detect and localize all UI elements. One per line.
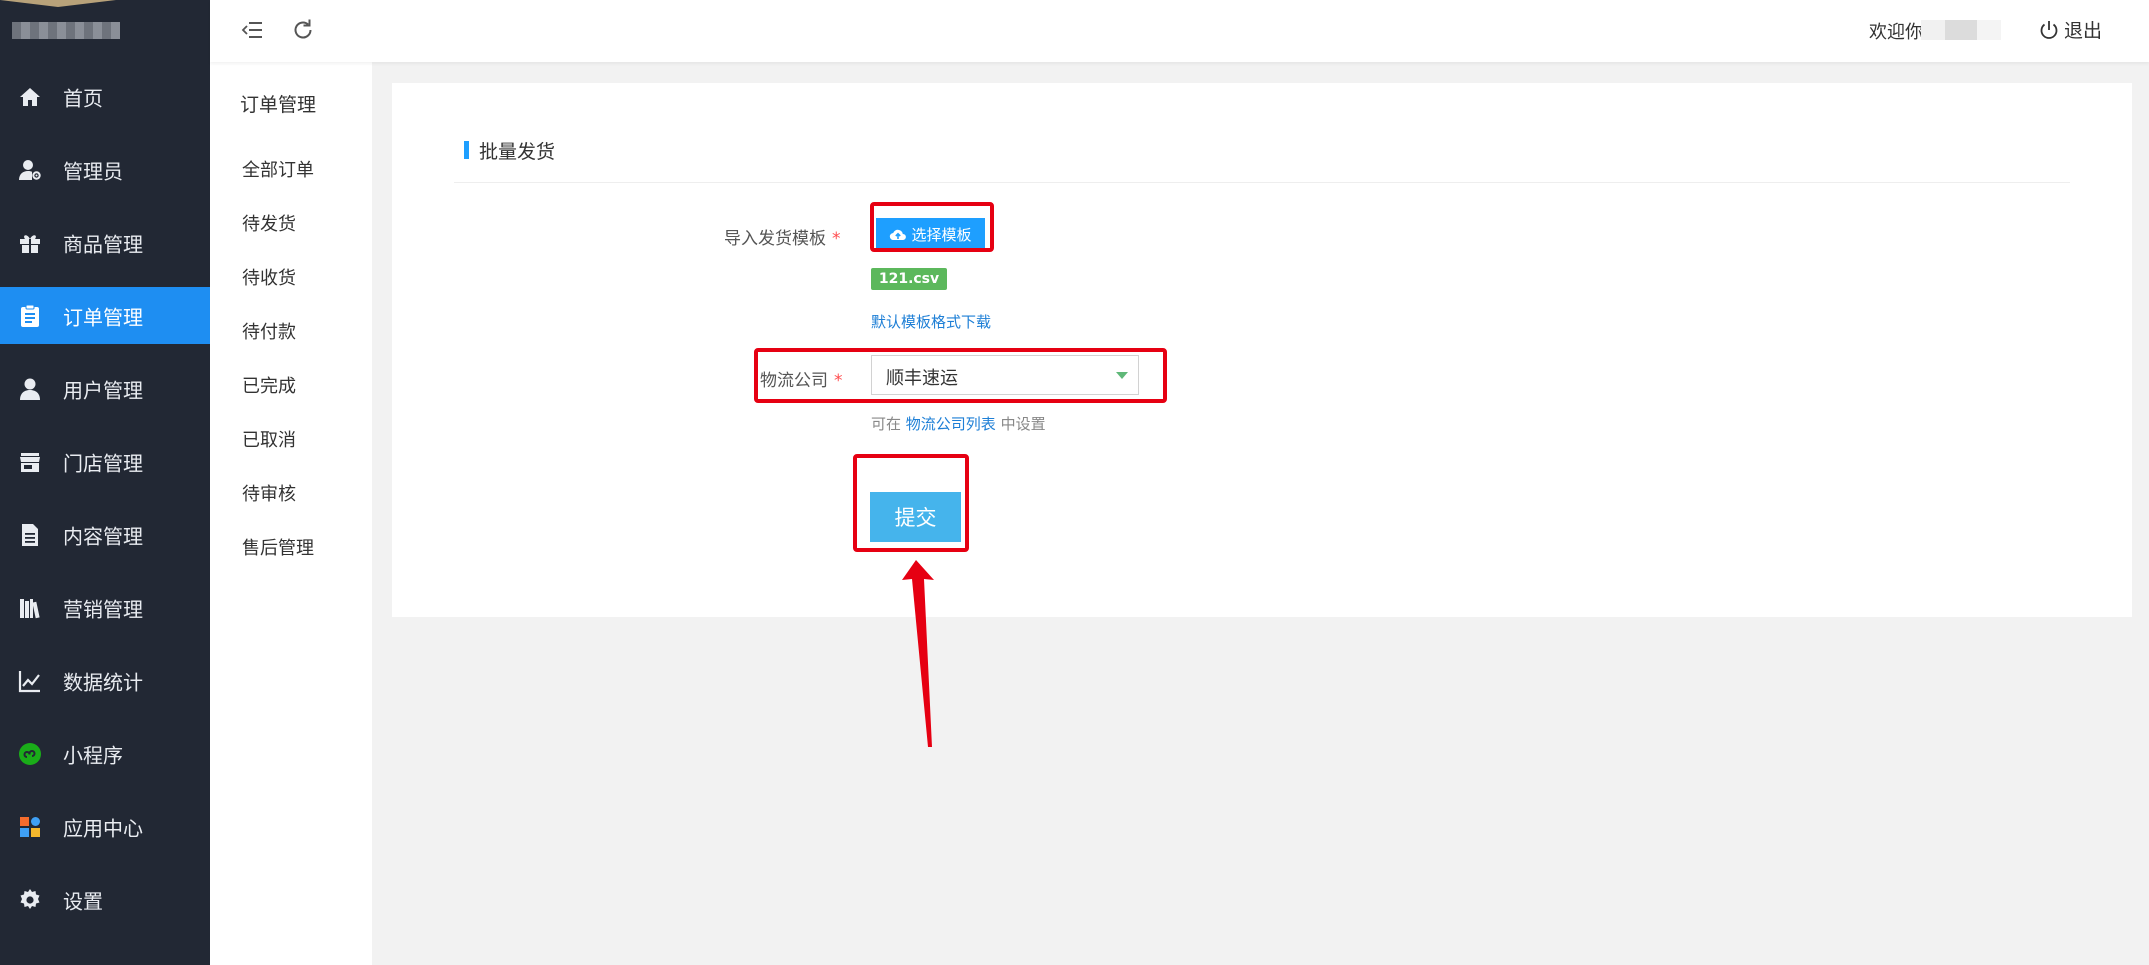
logistics-hint: 可在 物流公司列表 中设置 bbox=[871, 413, 1046, 434]
main-sidebar: 首页 管理员 商品管理 订单管理 用户管理 门店管理 内容管理 营销管理 数据统… bbox=[0, 0, 210, 965]
caret-down-icon bbox=[1116, 372, 1128, 379]
sidebar-item-settings[interactable]: 设置 bbox=[0, 871, 210, 928]
sidebar-item-app-center[interactable]: 应用中心 bbox=[0, 798, 210, 855]
admin-user-icon bbox=[17, 157, 43, 183]
submenu-title: 订单管理 bbox=[240, 94, 317, 116]
logo[interactable] bbox=[0, 0, 210, 62]
sidebar-item-users[interactable]: 用户管理 bbox=[0, 360, 210, 417]
sidebar-item-stores[interactable]: 门店管理 bbox=[0, 433, 210, 490]
page-title: 批量发货 bbox=[479, 141, 556, 163]
sidebar-item-statistics[interactable]: 数据统计 bbox=[0, 652, 210, 709]
top-header: 欢迎你 退出 bbox=[210, 0, 2149, 62]
hint-suffix: 中设置 bbox=[1000, 415, 1046, 433]
sidebar-item-home[interactable]: 首页 bbox=[0, 68, 210, 125]
refresh-icon[interactable] bbox=[290, 17, 316, 43]
hint-prefix: 可在 bbox=[871, 415, 902, 433]
sidebar-item-label: 营销管理 bbox=[63, 597, 143, 621]
sidebar-item-label: 用户管理 bbox=[63, 378, 143, 402]
sidebar-item-marketing[interactable]: 营销管理 bbox=[0, 579, 210, 636]
sidebar-item-label: 订单管理 bbox=[63, 305, 143, 329]
submenu-item-all-orders[interactable]: 全部订单 bbox=[210, 152, 372, 206]
logout-label: 退出 bbox=[2064, 20, 2103, 42]
submenu-item-pending-receipt[interactable]: 待收货 bbox=[210, 260, 372, 314]
batch-shipping-card: 批量发货 导入发货模板 * 选择模板 121.csv 默认模板格式下载 物流公司 *… bbox=[392, 83, 2132, 617]
gift-icon bbox=[17, 230, 43, 256]
sidebar-nav: 首页 管理员 商品管理 订单管理 用户管理 门店管理 内容管理 营销管理 数据统… bbox=[0, 68, 210, 944]
required-mark: * bbox=[834, 371, 843, 391]
sidebar-item-label: 数据统计 bbox=[63, 670, 143, 694]
sidebar-item-label: 应用中心 bbox=[63, 816, 143, 840]
sidebar-item-mini-program[interactable]: 小程序 bbox=[0, 725, 210, 782]
apps-icon bbox=[17, 814, 43, 840]
mini-program-icon bbox=[17, 741, 43, 767]
gear-icon bbox=[17, 887, 43, 913]
sidebar-item-label: 首页 bbox=[63, 86, 103, 110]
choose-template-button[interactable]: 选择模板 bbox=[876, 218, 985, 251]
document-icon bbox=[17, 522, 43, 548]
import-template-label-text: 导入发货模板 bbox=[724, 229, 826, 249]
sidebar-item-label: 内容管理 bbox=[63, 524, 143, 548]
home-icon bbox=[17, 84, 43, 110]
uploaded-file-badge: 121.csv bbox=[871, 268, 947, 290]
sidebar-item-orders[interactable]: 订单管理 bbox=[0, 287, 210, 344]
submenu-item-after-sales[interactable]: 售后管理 bbox=[210, 530, 372, 584]
submenu-item-pending-payment[interactable]: 待付款 bbox=[210, 314, 372, 368]
line-chart-icon bbox=[17, 668, 43, 694]
sidebar-item-label: 管理员 bbox=[63, 159, 123, 183]
sidebar-item-label: 商品管理 bbox=[63, 232, 143, 256]
title-divider bbox=[454, 182, 2070, 183]
user-icon bbox=[17, 376, 43, 402]
store-icon bbox=[17, 449, 43, 475]
sidebar-item-label: 小程序 bbox=[63, 743, 123, 767]
sidebar-item-products[interactable]: 商品管理 bbox=[0, 214, 210, 271]
submenu-item-cancelled[interactable]: 已取消 bbox=[210, 422, 372, 476]
power-icon bbox=[2040, 20, 2058, 39]
logistics-label-text: 物流公司 bbox=[760, 371, 828, 391]
submenu-list: 全部订单 待发货 待收货 待付款 已完成 已取消 待审核 售后管理 bbox=[210, 152, 372, 584]
logistics-company-select[interactable]: 顺丰速运 bbox=[871, 355, 1139, 395]
sidebar-item-label: 门店管理 bbox=[63, 451, 143, 475]
download-template-link[interactable]: 默认模板格式下载 bbox=[871, 311, 991, 332]
submenu-item-completed[interactable]: 已完成 bbox=[210, 368, 372, 422]
submit-button[interactable]: 提交 bbox=[870, 492, 961, 542]
clipboard-icon bbox=[17, 303, 43, 329]
menu-collapse-icon[interactable] bbox=[240, 17, 266, 43]
logout-button[interactable]: 退出 bbox=[2038, 16, 2102, 43]
import-template-label: 导入发货模板 * bbox=[724, 224, 841, 249]
submenu-item-pending-review[interactable]: 待审核 bbox=[210, 476, 372, 530]
books-icon bbox=[17, 595, 43, 621]
order-submenu: 订单管理 全部订单 待发货 待收货 待付款 已完成 已取消 待审核 售后管理 bbox=[210, 0, 372, 965]
logistics-label: 物流公司 * bbox=[760, 366, 843, 391]
logistics-selected-value: 顺丰速运 bbox=[886, 368, 958, 389]
sidebar-item-label: 设置 bbox=[63, 889, 103, 913]
choose-template-label: 选择模板 bbox=[911, 227, 972, 244]
sidebar-item-admin[interactable]: 管理员 bbox=[0, 141, 210, 198]
sidebar-item-content[interactable]: 内容管理 bbox=[0, 506, 210, 563]
submenu-item-pending-shipment[interactable]: 待发货 bbox=[210, 206, 372, 260]
required-mark: * bbox=[832, 229, 841, 249]
logo-image-blurred bbox=[12, 22, 120, 39]
username-blurred bbox=[1921, 20, 2001, 40]
title-accent-bar bbox=[464, 141, 469, 159]
cloud-upload-icon bbox=[890, 229, 907, 240]
logistics-list-link[interactable]: 物流公司列表 bbox=[906, 415, 996, 433]
welcome-text: 欢迎你 bbox=[1869, 22, 1923, 43]
logo-accent bbox=[0, 0, 116, 7]
